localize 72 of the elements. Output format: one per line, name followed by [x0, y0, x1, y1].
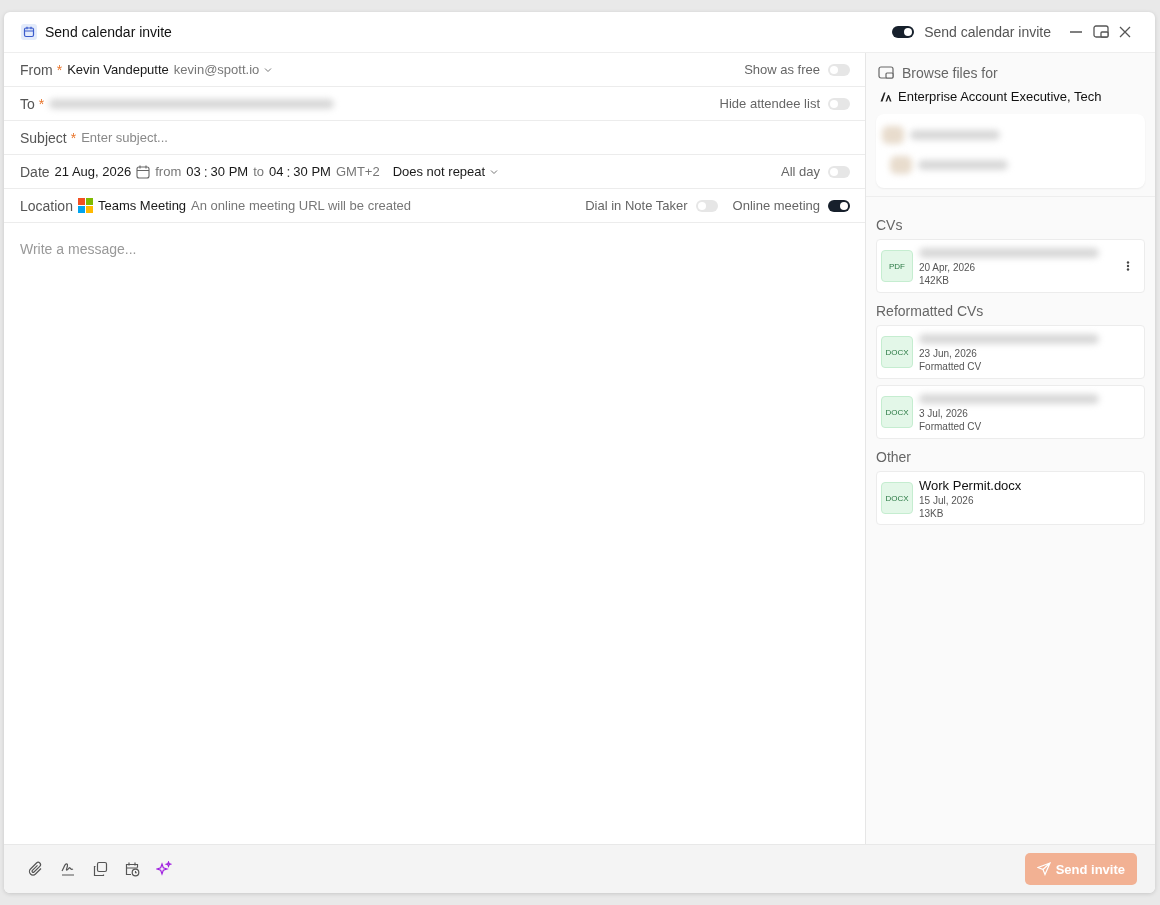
file-type-badge: DOCX [881, 336, 913, 368]
job-title[interactable]: Enterprise Account Executive, Tech [898, 89, 1102, 104]
file-date: 3 Jul, 2026 [919, 408, 969, 419]
meeting-note: An online meeting URL will be created [191, 198, 411, 213]
date-value[interactable]: 21 Aug, 2026 [54, 164, 132, 179]
toggle-label: Send calendar invite [924, 24, 1051, 40]
close-icon[interactable] [1119, 26, 1131, 38]
start-hour[interactable]: 03 [186, 164, 201, 179]
toggle-label: All day [780, 164, 820, 179]
toggle-switch[interactable] [892, 26, 915, 38]
toggle-label: Show as free [744, 62, 820, 77]
repeat-dropdown[interactable]: Does not repeat [392, 164, 486, 179]
file-card[interactable]: PDF 20 Apr, 2026 142KB [876, 239, 1145, 293]
calendar-icon [21, 24, 37, 40]
file-date: 15 Jul, 2026 [919, 494, 975, 506]
toggle-switch[interactable] [828, 63, 850, 76]
from-label: from [155, 164, 182, 179]
file-date: 20 Apr, 2026 [919, 262, 977, 273]
field-label: Location [20, 197, 73, 214]
file-type-badge: PDF [881, 250, 913, 282]
paperclip-icon[interactable] [28, 861, 44, 877]
file-meta: 13KB [919, 507, 945, 519]
file-name: Work Permit.docx [919, 477, 1023, 493]
file-card[interactable]: DOCX 23 Jun, 2026 Formatted CV [876, 325, 1145, 379]
end-minute[interactable]: 30 PM [293, 164, 331, 179]
file-meta: 142KB [919, 275, 951, 286]
time-separator: : [203, 163, 208, 180]
calendar-clock-icon[interactable] [124, 861, 140, 877]
logo-icon [880, 91, 892, 102]
required-mark: * [70, 129, 77, 146]
sender-name[interactable]: Kevin Vandeputte [67, 62, 169, 77]
meeting-service[interactable]: Teams Meeting [97, 198, 187, 213]
toggle-label: Dial in Note Taker [585, 198, 688, 213]
sidebar-title: Browse files for [902, 65, 998, 81]
file-type-badge: DOCX [881, 396, 913, 428]
file-type-badge: DOCX [881, 482, 913, 514]
window-icon[interactable] [1093, 25, 1109, 39]
more-icon[interactable] [1126, 260, 1130, 272]
start-minute[interactable]: 30 PM [210, 164, 249, 179]
required-mark: * [56, 61, 63, 78]
file-card[interactable]: DOCX 3 Jul, 2026 Formatted CV [876, 385, 1145, 439]
toggle-label: Online meeting [732, 198, 820, 213]
window-title: Send calendar invite [45, 24, 172, 40]
section-title: Reformatted CVs [876, 303, 985, 319]
file-card[interactable]: DOCX Work Permit.docx 15 Jul, 2026 13KB [876, 471, 1145, 525]
timezone: GMT+2 [335, 164, 380, 179]
file-meta: Formatted CV [919, 421, 983, 432]
field-label: From [20, 61, 53, 78]
time-separator: : [286, 163, 291, 180]
field-label: Date [20, 163, 50, 180]
sparkle-icon[interactable] [156, 861, 172, 877]
end-hour[interactable]: 04 [269, 164, 284, 179]
to-label: to [253, 164, 264, 179]
copy-icon[interactable] [92, 861, 108, 877]
field-label: Subject [20, 129, 67, 146]
section-title: CVs [876, 217, 904, 233]
calendar-icon[interactable] [136, 164, 151, 179]
toggle-switch[interactable] [828, 199, 850, 212]
toggle-switch[interactable] [695, 199, 718, 212]
required-mark: * [38, 95, 45, 112]
send-icon [1036, 862, 1051, 876]
file-date: 23 Jun, 2026 [919, 348, 978, 359]
signature-icon[interactable] [60, 861, 76, 877]
toggle-switch[interactable] [828, 97, 850, 110]
sender-email: kevin@spott.io [173, 62, 260, 77]
four-squares-icon [77, 198, 93, 213]
file-meta: Formatted CV [919, 361, 983, 372]
field-label: To [20, 95, 35, 112]
toggle-label: Hide attendee list [719, 96, 820, 111]
toggle-switch[interactable] [828, 165, 850, 178]
section-title: Other [876, 449, 912, 465]
window-icon [878, 66, 894, 80]
